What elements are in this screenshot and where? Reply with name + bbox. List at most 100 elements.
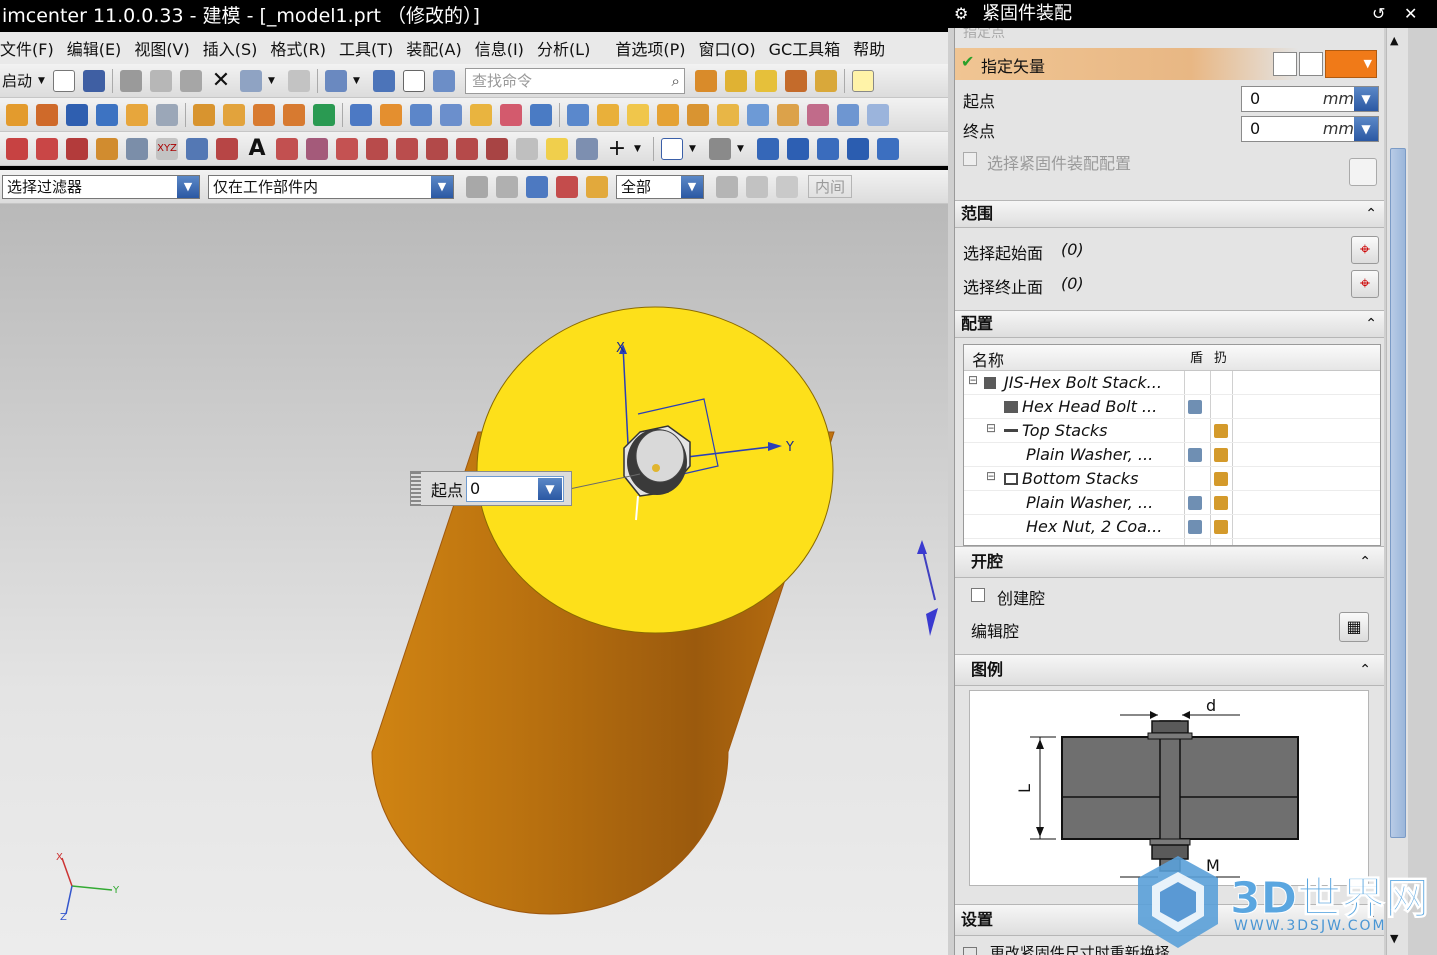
chevron-down-icon[interactable]: ▼ <box>268 70 282 92</box>
menu-edit[interactable]: 编辑(E) <box>67 36 129 60</box>
edit-size-icon[interactable] <box>1188 448 1202 462</box>
column-name[interactable]: 名称 <box>972 347 1004 371</box>
delete-icon[interactable]: ✕ <box>210 69 232 92</box>
pattern-icon[interactable] <box>193 103 215 126</box>
chevron-down-icon[interactable]: ▼ <box>353 70 367 92</box>
menu-insert[interactable]: 插入(S) <box>203 36 265 60</box>
reset-icon[interactable]: ↺ <box>1372 0 1385 28</box>
constraint-icon[interactable] <box>724 69 747 92</box>
delete-item-icon[interactable] <box>1214 520 1228 534</box>
menu-preferences[interactable]: 首选项(P) <box>615 36 692 60</box>
specify-vector-row[interactable]: ✔ 指定矢量 ▼ <box>955 48 1384 80</box>
circle-icon[interactable] <box>96 137 118 160</box>
crosshair-icon[interactable]: ⌖ <box>1351 270 1379 298</box>
plus-icon[interactable]: + <box>606 137 628 160</box>
vector-type-dropdown[interactable]: ▼ <box>1325 50 1377 78</box>
redo-icon[interactable] <box>287 69 310 92</box>
section-legend[interactable]: 图例 ⌃ <box>955 654 1384 686</box>
measure-icon[interactable] <box>807 103 829 126</box>
settings-checkbox[interactable] <box>963 946 977 955</box>
menu-assembly[interactable]: 装配(A) <box>406 36 468 60</box>
delete-item-icon[interactable] <box>1214 496 1228 510</box>
drag-handle[interactable] <box>411 472 421 505</box>
static-wireframe-icon[interactable] <box>877 137 899 160</box>
selection-filter-dropdown[interactable]: 选择过滤器 ▼ <box>2 174 200 199</box>
scroll-up-icon[interactable]: ▲ <box>1390 34 1398 47</box>
fillet-curve-icon[interactable] <box>516 137 538 160</box>
select-config-checkbox[interactable] <box>963 152 977 166</box>
tree-row[interactable]: Plain Washer, ... <box>964 491 1380 515</box>
select-end-face-row[interactable]: 选择终止面 (0) ⌖ <box>955 268 1384 300</box>
select-mode-dropdown[interactable]: 全部 ▼ <box>616 174 704 199</box>
scale-body-icon[interactable] <box>597 103 619 126</box>
isoparametric-icon[interactable] <box>456 137 478 160</box>
gear-icon[interactable]: ⚙ <box>954 0 968 28</box>
hole-icon[interactable] <box>380 103 402 126</box>
window-icon[interactable] <box>432 69 455 92</box>
helix-icon[interactable] <box>126 137 148 160</box>
reverse-vector-icon[interactable] <box>1273 52 1297 76</box>
bridge-curve-icon[interactable] <box>366 137 388 160</box>
arc-icon[interactable] <box>66 137 88 160</box>
chevron-down-icon[interactable]: ▼ <box>689 138 703 160</box>
section-config[interactable]: 配置 ⌃ <box>955 310 1384 338</box>
cylinder-icon[interactable] <box>324 69 347 92</box>
target-icon[interactable] <box>746 175 768 198</box>
dialog-scrollbar[interactable]: ▲ ▼ <box>1386 28 1408 955</box>
trim-body-icon[interactable] <box>530 103 552 126</box>
delete-item-icon[interactable] <box>1214 448 1228 462</box>
curve-offset-icon[interactable] <box>216 137 238 160</box>
menu-analysis[interactable]: 分析(L) <box>537 36 597 60</box>
vector-dialog-icon[interactable] <box>1299 52 1323 76</box>
model-canvas[interactable]: X Y X Y Z <box>0 204 948 955</box>
spline-icon[interactable] <box>186 137 208 160</box>
surface-icon[interactable] <box>687 103 709 126</box>
scope-dropdown[interactable]: 仅在工作部件内 ▼ <box>208 174 454 199</box>
table-icon[interactable]: ▦ <box>1339 612 1369 642</box>
explode-icon[interactable] <box>814 69 837 92</box>
move-component-icon[interactable] <box>754 69 777 92</box>
surface-from-curve-icon[interactable] <box>546 137 568 160</box>
nx5-feature-icon[interactable] <box>66 103 88 126</box>
tree-row[interactable]: Hex Nut, 2 Coa... <box>964 515 1380 539</box>
chevron-down-icon[interactable]: ▼ <box>1354 87 1378 111</box>
thread-icon[interactable] <box>156 103 178 126</box>
new-file-icon[interactable] <box>52 69 75 92</box>
sweep-icon[interactable] <box>627 103 649 126</box>
scrollbar-thumb[interactable] <box>1390 148 1406 838</box>
shaded-icon[interactable] <box>757 137 779 160</box>
column-b[interactable]: 扔 <box>1214 347 1227 366</box>
sketch-icon[interactable] <box>313 103 335 126</box>
line-icon[interactable] <box>36 137 58 160</box>
edit-size-icon[interactable] <box>1188 400 1202 414</box>
menu-gc-toolkit[interactable]: GC工具箱 <box>769 36 848 60</box>
menu-view[interactable]: 视图(V) <box>134 36 196 60</box>
revolve-icon[interactable] <box>36 103 58 126</box>
start-menu-button[interactable]: 启动 <box>2 70 32 91</box>
command-search-input[interactable]: 查找命令 ⌕ <box>464 67 685 94</box>
cut-icon[interactable] <box>119 69 142 92</box>
project-curve-icon[interactable] <box>306 137 328 160</box>
section-cavity[interactable]: 开腔 ⌃ <box>955 546 1384 578</box>
face-icon[interactable] <box>657 103 679 126</box>
column-a[interactable]: 盾 <box>1190 347 1203 366</box>
intersect-curve-icon[interactable] <box>336 137 358 160</box>
view-cube-icon[interactable] <box>867 103 889 126</box>
add-config-icon[interactable] <box>1349 158 1377 186</box>
tree-row[interactable]: Plain Washer, ... <box>964 443 1380 467</box>
undo-icon[interactable] <box>239 69 262 92</box>
shape-icon[interactable] <box>276 137 298 160</box>
sew-icon[interactable] <box>717 103 739 126</box>
shell-icon[interactable] <box>470 103 492 126</box>
menu-format[interactable]: 格式(R) <box>270 36 333 60</box>
block-icon[interactable] <box>96 103 118 126</box>
mirror-icon[interactable] <box>223 103 245 126</box>
edit-size-icon[interactable] <box>1188 520 1202 534</box>
chevron-down-icon[interactable]: ▼ <box>634 138 648 160</box>
snap-point-icon[interactable] <box>556 175 578 198</box>
wrench-icon[interactable] <box>716 175 738 198</box>
render-style-icon[interactable] <box>709 137 731 160</box>
menu-information[interactable]: 信息(I) <box>475 36 531 60</box>
start-value-input[interactable]: 0 mm ▼ <box>1241 86 1379 112</box>
text-icon[interactable]: A <box>246 137 268 160</box>
